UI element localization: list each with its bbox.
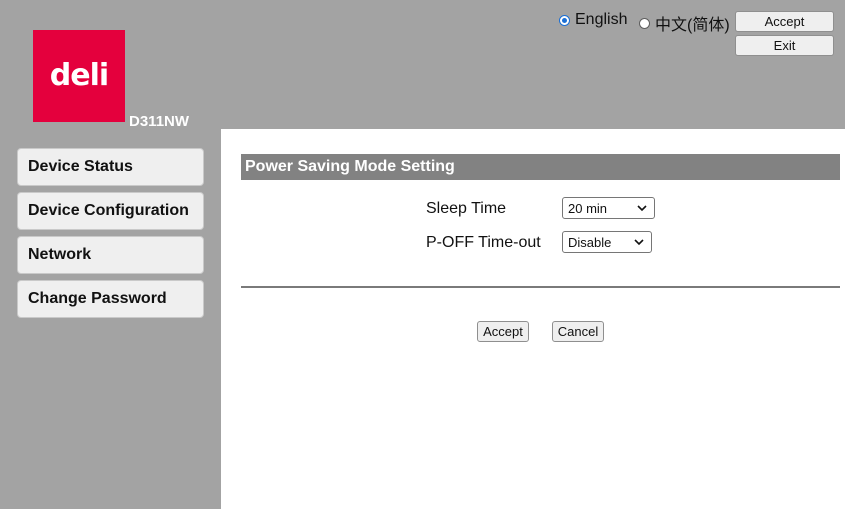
- sidebar-item-network[interactable]: Network: [17, 236, 204, 274]
- chevron-down-icon: [634, 239, 644, 246]
- language-option-english[interactable]: English: [559, 11, 627, 29]
- exit-button[interactable]: Exit: [735, 35, 834, 56]
- divider: [241, 286, 840, 288]
- sleep-time-value: 20 min: [568, 200, 608, 216]
- model-name: D311NW: [129, 113, 190, 130]
- main-content: Power Saving Mode Setting Sleep Time 20 …: [221, 129, 845, 509]
- accept-button[interactable]: Accept: [477, 321, 529, 342]
- sidebar-item-device-configuration[interactable]: Device Configuration: [17, 192, 204, 230]
- radio-chinese[interactable]: [639, 17, 650, 29]
- cancel-button[interactable]: Cancel: [552, 321, 604, 342]
- sleep-time-select[interactable]: 20 min: [562, 197, 655, 219]
- sidebar-item-change-password[interactable]: Change Password: [17, 280, 204, 318]
- language-label-chinese: 中文(简体): [655, 17, 730, 34]
- section-title: Power Saving Mode Setting: [241, 154, 840, 180]
- sleep-time-label: Sleep Time: [426, 200, 507, 217]
- poff-timeout-value: Disable: [568, 234, 612, 250]
- sidebar: Device Status Device Configuration Netwo…: [17, 148, 204, 324]
- language-label-english: English: [575, 11, 628, 28]
- deli-logo: deli: [33, 30, 125, 122]
- sidebar-item-device-status[interactable]: Device Status: [17, 148, 204, 186]
- radio-english[interactable]: [559, 14, 570, 26]
- logo-text: deli: [49, 58, 109, 93]
- poff-timeout-select[interactable]: Disable: [562, 231, 652, 253]
- language-option-chinese[interactable]: 中文(简体): [639, 11, 730, 35]
- chevron-down-icon: [637, 205, 647, 212]
- poff-timeout-label: P-OFF Time-out: [426, 234, 541, 251]
- header-accept-button[interactable]: Accept: [735, 11, 834, 32]
